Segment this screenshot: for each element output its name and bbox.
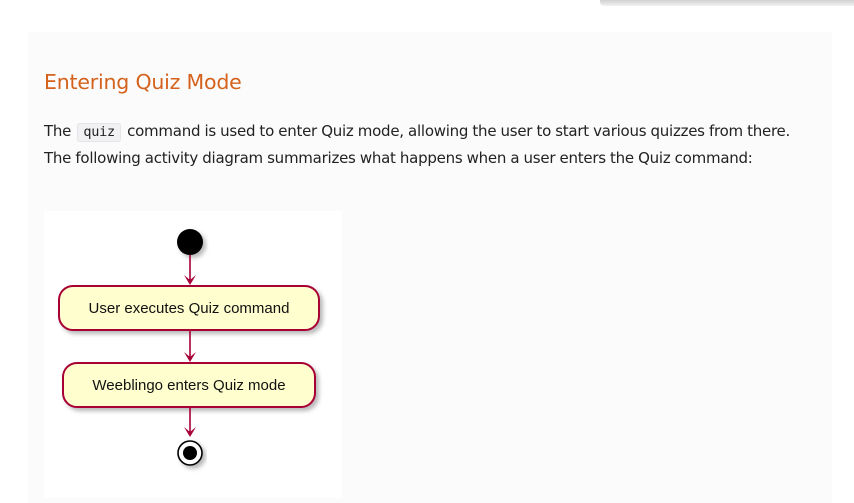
page: Entering Quiz Mode The quiz command is u… xyxy=(0,0,854,503)
activity-weeblingo-enters-quiz-label: Weeblingo enters Quiz mode xyxy=(92,377,285,394)
end-node xyxy=(177,440,203,466)
arrow-execute-to-enter xyxy=(184,330,196,362)
activity-user-executes-quiz: User executes Quiz command xyxy=(58,285,320,331)
activity-weeblingo-enters-quiz: Weeblingo enters Quiz mode xyxy=(62,362,316,408)
intro-text-start: The xyxy=(44,122,76,140)
quiz-command-code: quiz xyxy=(77,123,121,142)
activity-diagram-svg: User executes Quiz command Weeblingo ent… xyxy=(58,229,320,466)
activity-user-executes-quiz-label: User executes Quiz command xyxy=(89,300,290,317)
activity-diagram: User executes Quiz command Weeblingo ent… xyxy=(44,211,342,498)
arrow-enter-to-end xyxy=(184,407,196,437)
section-heading: Entering Quiz Mode xyxy=(44,70,242,94)
start-node xyxy=(177,229,203,255)
intro-text-end: command is used to enter Quiz mode, allo… xyxy=(44,122,791,167)
top-toolbar-shadow xyxy=(600,0,854,6)
arrow-start-to-execute xyxy=(184,255,196,285)
intro-paragraph: The quiz command is used to enter Quiz m… xyxy=(44,119,814,171)
